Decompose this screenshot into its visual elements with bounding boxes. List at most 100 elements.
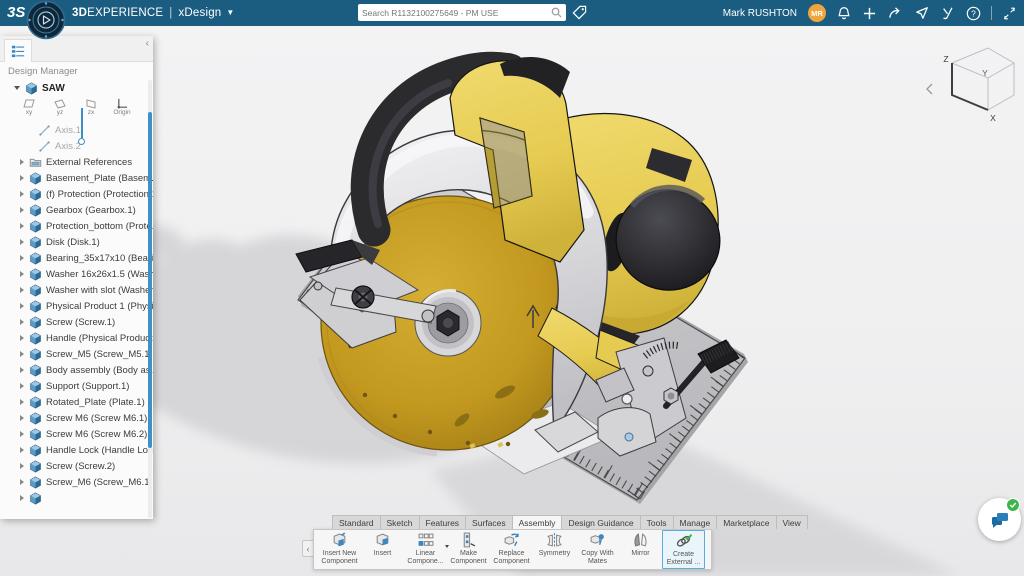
view-cube[interactable]: Z Y X (920, 40, 1020, 135)
expand-arrow-icon[interactable] (20, 191, 24, 197)
tree-item[interactable]: Protection_bottom (Prote... (0, 218, 149, 234)
expand-arrow-icon[interactable] (20, 351, 24, 357)
send-share-icon[interactable] (913, 5, 930, 22)
user-avatar[interactable]: MR (808, 4, 826, 22)
expand-arrow-icon[interactable] (20, 287, 24, 293)
ribbon-tab[interactable]: Features (419, 515, 466, 529)
add-content-icon[interactable] (861, 5, 878, 22)
messages-button[interactable] (978, 498, 1021, 541)
user-name[interactable]: Mark RUSHTON (723, 8, 797, 19)
blade-hub-bolt[interactable] (415, 290, 481, 356)
tree-item[interactable]: Gearbox (Gearbox.1) (0, 202, 149, 218)
expand-arrow-icon[interactable] (20, 399, 24, 405)
3dswym-icon[interactable] (939, 5, 956, 22)
tree-item[interactable]: Washer with slot (Washer... (0, 282, 149, 298)
app-name[interactable]: xDesign (178, 7, 221, 19)
sidebar-scrollbar-thumb[interactable] (148, 112, 152, 448)
collapse-arrow-icon[interactable] (14, 86, 20, 90)
viewcube-expand-chevron-icon[interactable] (927, 84, 932, 94)
copy-with-mates-button[interactable]: Copy With Mates (576, 530, 619, 569)
tree-item[interactable]: Screw_M6 (Screw_M6.1) (0, 474, 149, 490)
insert-button[interactable]: Insert (361, 530, 404, 569)
expand-arrow-icon[interactable] (20, 479, 24, 485)
expand-arrow-icon[interactable] (20, 319, 24, 325)
tree-item-axis2[interactable]: Axis.2 (0, 138, 149, 154)
ribbon-tab[interactable]: Design Guidance (561, 515, 639, 529)
tree-item[interactable]: (f) Protection (Protection.1) (0, 186, 149, 202)
ribbon-tab[interactable]: Standard (332, 515, 380, 529)
tree-item[interactable]: Basement_Plate (Basem... (0, 170, 149, 186)
make-component-button[interactable]: Make Component (447, 530, 490, 569)
replace-component-button[interactable]: Replace Component (490, 530, 533, 569)
expand-arrow-icon[interactable] (20, 271, 24, 277)
expand-arrow-icon[interactable] (20, 335, 24, 341)
expand-arrow-icon[interactable] (20, 415, 24, 421)
share-arrow-icon[interactable] (887, 5, 904, 22)
expand-arrow-icon[interactable] (20, 175, 24, 181)
expand-arrow-icon[interactable] (20, 367, 24, 373)
status-online-badge (1006, 498, 1020, 512)
tree-item[interactable]: External References (0, 154, 149, 170)
plane-xy[interactable]: xy (18, 96, 40, 122)
help-icon[interactable]: ? (965, 5, 982, 22)
expand-arrow-icon[interactable] (20, 207, 24, 213)
search-bar[interactable] (358, 4, 566, 21)
3dexperience-compass[interactable] (26, 0, 66, 40)
tree-item[interactable]: Handle (Physical Product... (0, 330, 149, 346)
origin[interactable]: Origin (111, 96, 133, 122)
axis-z-label[interactable]: Z (943, 54, 948, 64)
tree-root-saw[interactable]: SAW (0, 80, 149, 96)
expand-arrow-icon[interactable] (20, 303, 24, 309)
ribbon-tab[interactable]: Assembly (512, 515, 562, 529)
expand-arrow-icon[interactable] (20, 159, 24, 165)
tree-item[interactable]: Handle Lock (Handle Loc... (0, 442, 149, 458)
tree-item-axis1[interactable]: Axis.1 (0, 122, 149, 138)
mirror-button[interactable]: Mirror (619, 530, 662, 569)
plane-yz[interactable]: yz (49, 96, 71, 122)
ribbon-collapse-chevron[interactable]: ‹ (302, 540, 313, 557)
ribbon-tab[interactable]: Marketplace (716, 515, 775, 529)
tree-item[interactable]: Disk (Disk.1) (0, 234, 149, 250)
ribbon-tab[interactable]: Tools (640, 515, 673, 529)
tree-item[interactable]: Screw_M5 (Screw_M5.1) (0, 346, 149, 362)
tag-icon[interactable] (572, 5, 587, 20)
tree-item[interactable]: Rotated_Plate (Plate.1) (0, 394, 149, 410)
tree-item[interactable]: Physical Product 1 (Physi... (0, 298, 149, 314)
tree-item[interactable]: Bearing_35x17x10 (Beari... (0, 250, 149, 266)
linear-component-button[interactable]: Linear Compone... (404, 530, 447, 569)
expand-arrow-icon[interactable] (20, 255, 24, 261)
expand-arrow-icon[interactable] (20, 383, 24, 389)
ribbon-tab[interactable]: View (776, 515, 808, 529)
expand-arrow-icon[interactable] (20, 239, 24, 245)
symmetry-button[interactable]: Symmetry (533, 530, 576, 569)
search-icon[interactable] (551, 7, 562, 18)
axis-x-label[interactable]: X (990, 113, 996, 123)
design-manager-tab[interactable] (4, 39, 32, 62)
ribbon-tab[interactable]: Manage (673, 515, 717, 529)
app-switch-chevron-icon[interactable]: ▼ (226, 8, 234, 17)
tree-item[interactable]: Screw (Screw.1) (0, 314, 149, 330)
tree-item[interactable]: Screw M6 (Screw M6.2) (0, 426, 149, 442)
tree-item[interactable]: Support (Support.1) (0, 378, 149, 394)
create-external-button[interactable]: Create External ... (662, 530, 705, 569)
expand-arrow-icon[interactable] (20, 495, 24, 501)
tree-item[interactable]: Body assembly (Body as... (0, 362, 149, 378)
tree-item[interactable]: Screw (Screw.2) (0, 458, 149, 474)
search-input[interactable] (358, 8, 551, 18)
plane-zx[interactable]: zx (80, 96, 102, 122)
axis-y-label[interactable]: Y (982, 68, 988, 78)
notifications-bell-icon[interactable] (835, 5, 852, 22)
tree-item[interactable]: Screw M6 (Screw M6.1) (0, 410, 149, 426)
collapse-window-icon[interactable] (1001, 5, 1018, 22)
saw-3d-model[interactable] (0, 26, 1024, 576)
ribbon-tab[interactable]: Sketch (380, 515, 419, 529)
expand-arrow-icon[interactable] (20, 447, 24, 453)
panel-collapse-icon[interactable]: ‹ (146, 38, 149, 49)
expand-arrow-icon[interactable] (20, 431, 24, 437)
expand-arrow-icon[interactable] (20, 463, 24, 469)
insert-new-component-button[interactable]: Insert New Component (318, 530, 361, 569)
ribbon-tab[interactable]: Surfaces (465, 515, 512, 529)
expand-arrow-icon[interactable] (20, 223, 24, 229)
tree-item[interactable]: Washer 16x26x1.5 (Wash... (0, 266, 149, 282)
tree-item[interactable] (0, 490, 149, 506)
